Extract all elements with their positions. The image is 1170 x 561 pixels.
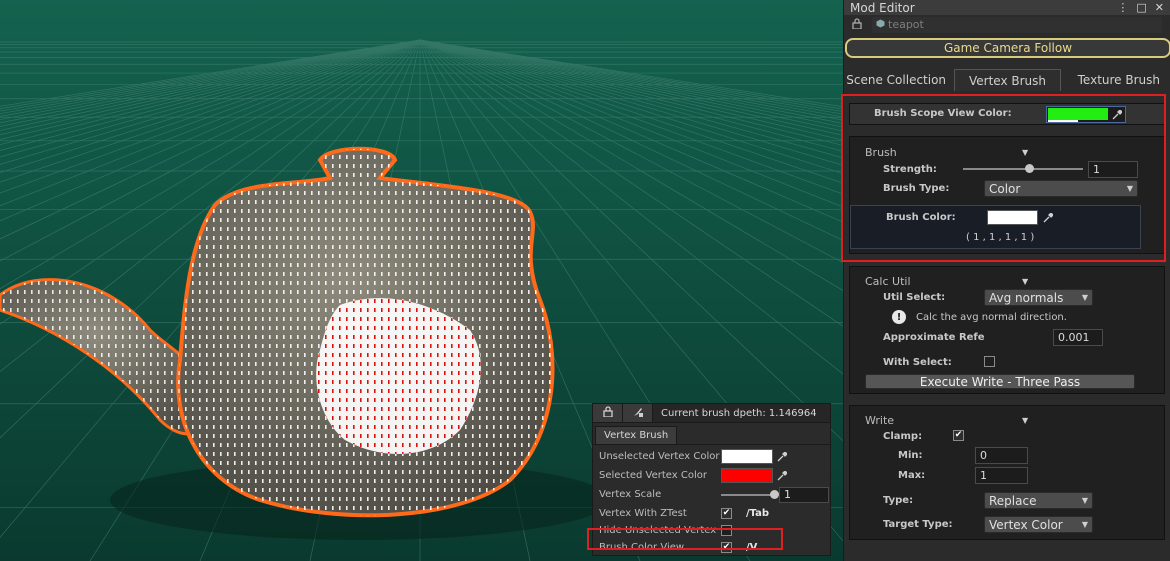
write-type-value: Replace	[989, 493, 1037, 508]
close-icon[interactable]: ✕	[1155, 1, 1164, 14]
max-input[interactable]: 1	[975, 467, 1028, 484]
execute-write-button[interactable]: Execute Write - Three Pass	[865, 374, 1135, 389]
write-type-label: Type:	[883, 495, 914, 506]
eyedropper-icon[interactable]	[773, 468, 791, 483]
brush-depth-readout: Current brush dpeth: 1.146964	[661, 407, 817, 419]
info-icon: !	[892, 310, 906, 324]
unselected-color-row: Unselected Vertex Color	[593, 447, 830, 466]
object-row: teapot	[844, 15, 1170, 34]
selected-color-label: Selected Vertex Color	[599, 470, 707, 481]
target-object-field[interactable]: teapot	[872, 16, 1162, 33]
clamp-label: Clamp:	[883, 431, 923, 442]
unselected-color-swatch[interactable]	[721, 449, 773, 464]
chevron-down-icon: ▼	[1081, 496, 1088, 505]
ztest-hotkey: /Tab	[746, 508, 770, 519]
min-input[interactable]: 0	[975, 447, 1028, 464]
util-select-value: Avg normals	[989, 290, 1064, 305]
util-select-label: Util Select:	[883, 292, 946, 303]
calc-info-text: Calc the avg normal direction.	[916, 312, 1067, 323]
vertex-scale-slider[interactable]	[721, 489, 779, 500]
vertex-scale-input[interactable]: 1	[779, 486, 829, 503]
mesh-icon	[876, 18, 885, 31]
lock-icon[interactable]	[852, 17, 862, 32]
chevron-down-icon[interactable]: ▼	[1022, 416, 1028, 425]
brush-tool-button[interactable]	[623, 404, 653, 422]
with-select-checkbox[interactable]	[984, 356, 995, 367]
max-label: Max:	[898, 470, 926, 481]
panel-titlebar: Mod Editor ⋮ □ ✕	[844, 0, 1170, 15]
target-object-name: teapot	[888, 18, 924, 31]
target-type-label: Target Type:	[883, 519, 953, 530]
ztest-label: Vertex With ZTest	[599, 508, 687, 519]
panel-tabs: Scene Collection Vertex Brush Texture Br…	[844, 69, 1170, 91]
clamp-checkbox[interactable]: ✔	[953, 430, 964, 441]
more-vert-icon[interactable]: ⋮	[1117, 1, 1128, 14]
unselected-color-label: Unselected Vertex Color	[599, 451, 720, 462]
selected-color-row: Selected Vertex Color	[593, 466, 830, 485]
tab-texture-brush[interactable]: Texture Brush	[1067, 69, 1170, 91]
ztest-row: Vertex With ZTest ✔ /Tab	[593, 504, 830, 523]
tab-vertex-brush[interactable]: Vertex Brush	[595, 426, 678, 444]
with-select-label: With Select:	[883, 357, 952, 368]
highlight-box-brush	[841, 94, 1166, 262]
write-section: Write ▼ Clamp: ✔ Min: 0 Max: 1 Type: Rep…	[849, 405, 1165, 540]
write-type-dropdown[interactable]: Replace ▼	[984, 492, 1093, 509]
target-type-dropdown[interactable]: Vertex Color ▼	[984, 516, 1093, 533]
game-camera-follow-button[interactable]: Game Camera Follow	[845, 38, 1170, 58]
chevron-down-icon: ▼	[1081, 293, 1088, 302]
highlight-box-brush-color-view	[587, 528, 783, 550]
maximize-icon[interactable]: □	[1136, 1, 1146, 14]
tab-scene-collection[interactable]: Scene Collection	[844, 69, 948, 91]
lock-icon	[602, 406, 613, 420]
ztest-checkbox[interactable]: ✔	[721, 508, 732, 519]
calc-util-section: Calc Util ▼ Util Select: Avg normals ▼ !…	[849, 266, 1165, 394]
vertex-scale-row: Vertex Scale 1	[593, 485, 830, 504]
brush-icon	[632, 406, 644, 421]
eyedropper-icon[interactable]	[773, 449, 791, 464]
tab-vertex-brush[interactable]: Vertex Brush	[954, 69, 1061, 91]
min-label: Min:	[898, 450, 923, 461]
vertex-scale-knob[interactable]	[770, 489, 779, 499]
approximate-label: Approximate Refe	[883, 332, 985, 343]
lock-button[interactable]	[593, 404, 623, 422]
calc-util-header: Calc Util	[865, 275, 911, 288]
target-type-value: Vertex Color	[989, 517, 1063, 532]
vertex-scale-label: Vertex Scale	[599, 489, 662, 500]
panel-title: Mod Editor	[850, 0, 915, 15]
mod-editor-panel: Mod Editor ⋮ □ ✕ teapot Game Camera Foll…	[841, 0, 1170, 561]
editor-window: Current brush dpeth: 1.146964 Vertex Bru…	[0, 0, 1170, 561]
approximate-input[interactable]: 0.001	[1053, 329, 1103, 346]
selected-color-swatch[interactable]	[721, 468, 773, 483]
chevron-down-icon[interactable]: ▼	[1022, 277, 1028, 286]
write-header: Write	[865, 414, 895, 427]
util-select-dropdown[interactable]: Avg normals ▼	[984, 289, 1093, 306]
chevron-down-icon: ▼	[1081, 520, 1088, 529]
